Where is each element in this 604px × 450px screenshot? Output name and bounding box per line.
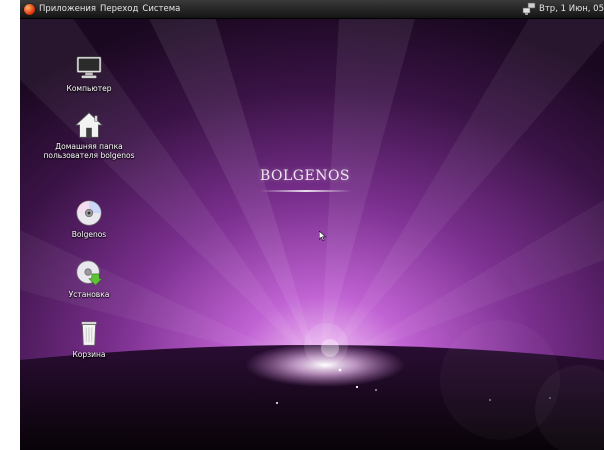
desktop-icon-label: Установка <box>68 290 110 299</box>
mouse-pointer-icon <box>319 231 326 241</box>
desktop-icon-label: Корзина <box>72 350 106 359</box>
home-folder-icon <box>74 112 104 138</box>
menu-places[interactable]: Переход <box>100 0 138 18</box>
menu-applications[interactable]: Приложения <box>39 0 96 18</box>
panel-tray: Втр, 1 Июн, 05 <box>522 0 604 18</box>
desktop-icon-label: Компьютер <box>66 84 112 93</box>
desktop-screen: Приложения Переход Система Втр, 1 Июн, 0… <box>20 0 604 450</box>
network-icon[interactable] <box>522 2 536 16</box>
wallpaper-brand-underline <box>260 190 352 192</box>
computer-icon <box>76 56 102 79</box>
disc-icon <box>76 200 102 226</box>
trash-icon <box>81 321 97 346</box>
wallpaper-brand-title: BOLGENOS <box>259 168 351 184</box>
clock[interactable]: Втр, 1 Июн, 05 <box>539 0 604 18</box>
desktop-icon-home-folder[interactable]: Домашняя папка пользователя bolgenos <box>34 110 144 160</box>
menu-system[interactable]: Система <box>142 0 180 18</box>
desktop-icon-bolgenos[interactable]: Bolgenos <box>34 198 144 239</box>
desktop-icon-trash[interactable]: Корзина <box>34 318 144 359</box>
panel-menu-bar: Приложения Переход Система <box>24 0 180 18</box>
desktop-icon-computer[interactable]: Компьютер <box>34 52 144 93</box>
distro-logo-icon[interactable] <box>24 3 35 15</box>
installer-icon <box>76 260 103 286</box>
desktop-icon-label: Bolgenos <box>71 230 107 239</box>
desktop-icon-label: Домашняя папка пользователя bolgenos <box>43 142 135 160</box>
desktop-icon-installer[interactable]: Установка <box>34 258 144 299</box>
top-panel: Приложения Переход Система Втр, 1 Июн, 0… <box>20 0 604 19</box>
